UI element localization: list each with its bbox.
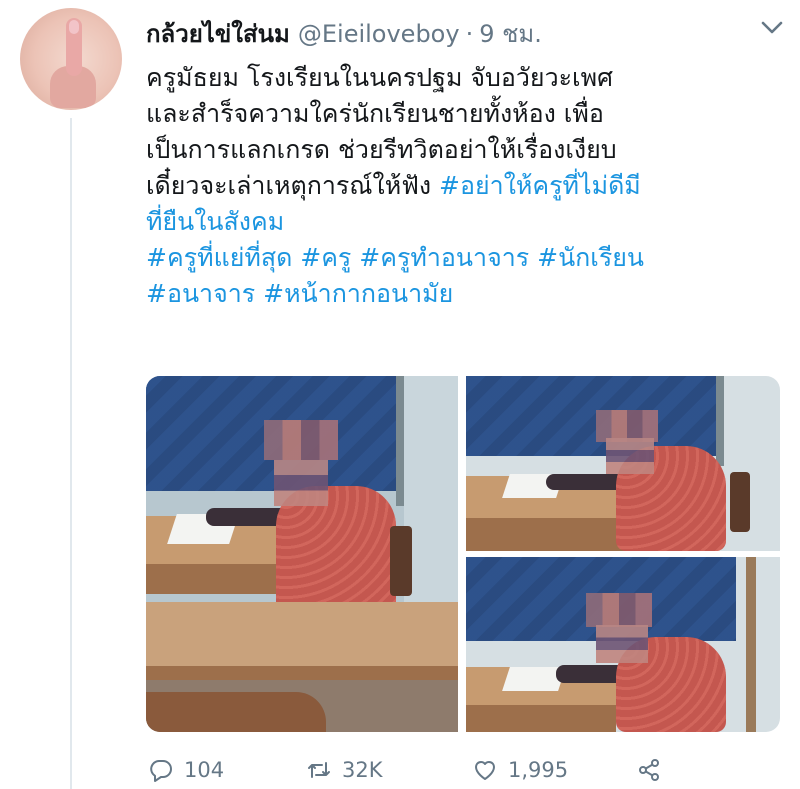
photo-1[interactable]: [146, 376, 458, 732]
tweet-text-segment: เดี๋ยวจะเล่าเหตุการณ์ให้ฟัง: [146, 171, 440, 200]
tweet-time[interactable]: 9 ชม.: [479, 14, 542, 53]
user-handle[interactable]: @Eieiloveboy: [298, 20, 460, 48]
heart-icon: [475, 761, 495, 780]
retweet-icon: [308, 762, 330, 778]
tweet-text-line: เดี๋ยวจะเล่าเหตุการณ์ให้ฟัง #อย่าให้ครูท…: [146, 168, 786, 204]
hashtag-link[interactable]: #อนาจาร #หน้ากากอนามัย: [146, 279, 453, 308]
like-button[interactable]: 1,995: [472, 756, 568, 784]
tweet-text-segment: ครูมัธยม โรงเรียนในนครปฐม จับอวัยวะเพศ: [146, 63, 613, 92]
tweet-text-line: ครูมัธยม โรงเรียนในนครปฐม จับอวัยวะเพศ: [146, 60, 786, 96]
tweet-text: ครูมัธยม โรงเรียนในนครปฐม จับอวัยวะเพศแล…: [146, 60, 786, 312]
tweet-actions: 104 32K 1,995: [146, 756, 786, 789]
tweet-header: กล้วยไข่ใส่นม @Eieiloveboy · 9 ชม.: [146, 14, 542, 54]
separator-dot: ·: [465, 20, 474, 48]
avatar[interactable]: [20, 8, 122, 110]
tweet-text-segment: เป็นการแลกเกรด ช่วยรีทวิตอย่าให้เรื่องเง…: [146, 135, 617, 164]
retweet-button[interactable]: 32K: [306, 756, 383, 784]
share-button[interactable]: [636, 756, 662, 784]
hashtag-link[interactable]: ที่ยืนในสังคม: [146, 207, 284, 236]
tweet-text-line: เป็นการแลกเกรด ช่วยรีทวิตอย่าให้เรื่องเง…: [146, 132, 786, 168]
display-name[interactable]: กล้วยไข่ใส่นม: [146, 14, 290, 53]
photo-2[interactable]: [466, 376, 780, 551]
hashtag-link[interactable]: #ครูที่แย่ที่สุด #ครู #ครูทำอนาจาร #นักเ…: [146, 243, 644, 272]
tweet-text-line: #ครูที่แย่ที่สุด #ครู #ครูทำอนาจาร #นักเ…: [146, 240, 786, 276]
share-icon: [639, 759, 659, 781]
hashtag-link[interactable]: #อย่าให้ครูที่ไม่ดีมี: [439, 171, 641, 200]
reply-icon: [150, 760, 172, 782]
tweet-text-line: ที่ยืนในสังคม: [146, 204, 786, 240]
tweet-media[interactable]: [146, 376, 780, 732]
tweet-text-segment: และสำร็จความใคร่นักเรียนชายทั้งห้อง เพื่…: [146, 99, 604, 128]
thread-line: [70, 118, 72, 789]
retweet-count: 32K: [342, 758, 383, 782]
tweet-text-line: และสำร็จความใคร่นักเรียนชายทั้งห้อง เพื่…: [146, 96, 786, 132]
chevron-down-icon[interactable]: [760, 20, 784, 36]
like-count: 1,995: [508, 758, 569, 782]
reply-count: 104: [184, 758, 225, 782]
photo-3[interactable]: [466, 557, 780, 732]
reply-button[interactable]: 104: [148, 756, 224, 784]
tweet-text-line: #อนาจาร #หน้ากากอนามัย: [146, 276, 786, 312]
